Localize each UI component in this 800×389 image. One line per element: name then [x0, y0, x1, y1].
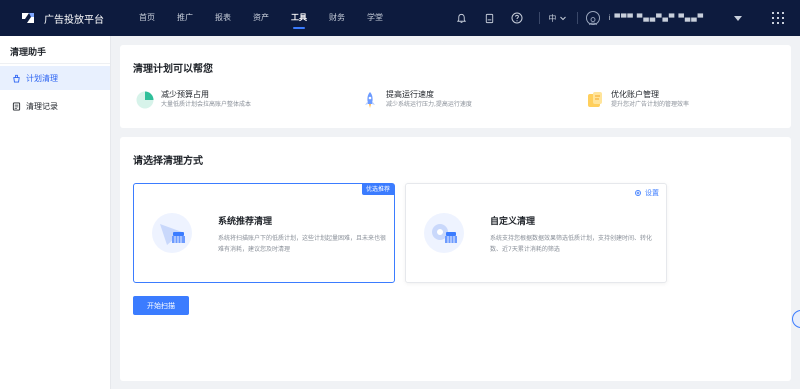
- top-right-tools: 中 ⅰ ▀▀▀ ▀▄▄▀▄▀ ▀▄▄▀: [455, 0, 800, 36]
- sidebar-item-plan-cleanup[interactable]: 计划清理: [0, 66, 110, 90]
- broom-icon: [151, 212, 193, 254]
- divider: [577, 12, 579, 24]
- help-icon[interactable]: [511, 12, 523, 24]
- document-icon[interactable]: [483, 12, 495, 24]
- card-title: 系统推荐清理: [218, 217, 273, 227]
- main-nav: 首页 推广 报表 资产 工具 财务 学堂: [128, 0, 394, 36]
- sidebar-item-cleanup-records[interactable]: 清理记录: [0, 94, 110, 118]
- method-panel: 请选择清理方式 优选推荐 系统推荐清理 系统将扫描账户下的低质计划，这些计划起量…: [120, 137, 791, 381]
- nav-assets[interactable]: 资产: [242, 0, 280, 36]
- card-desc: 系统支持您根据数据效果筛选低质计划，支持创建时间、转化数、近7天累计消耗的筛选: [490, 235, 653, 253]
- top-navbar: 广告投放平台 首页 推广 报表 资产 工具 财务 学堂 中 ⅰ ▀▀▀ ▀▄▄▀…: [0, 0, 800, 36]
- benefits-title: 清理计划可以帮您: [133, 64, 213, 75]
- settings-label: 设置: [645, 189, 659, 197]
- benefit-title: 优化账户管理: [611, 90, 659, 99]
- bell-icon[interactable]: [455, 12, 467, 24]
- logo-icon[interactable]: [20, 10, 36, 26]
- nav-promotion[interactable]: 推广: [166, 0, 204, 36]
- record-icon: [12, 101, 21, 111]
- benefits-panel: 清理计划可以帮您 减少预算占用 大量低质计划会拉高账户整体成本 提高运行速度 减…: [120, 45, 791, 128]
- start-scan-button[interactable]: 开始扫描: [133, 296, 189, 315]
- benefit-title: 提高运行速度: [386, 90, 434, 99]
- sidebar-item-label: 计划清理: [26, 73, 58, 83]
- sidebar-title: 清理助手: [0, 36, 110, 64]
- pie-chart-icon: [135, 90, 155, 110]
- rocket-icon: [360, 90, 380, 110]
- language-label: 中: [548, 13, 557, 23]
- avatar[interactable]: [586, 11, 601, 26]
- card-desc: 系统将扫描账户下的低质计划，这些计划起量困难，且未来也很难有消耗，建议您及时清理: [218, 235, 387, 253]
- benefit-item: 提高运行速度 减少系统运行压力,提高运行速度: [360, 89, 472, 110]
- user-menu[interactable]: ⅰ ▀▀▀ ▀▄▄▀▄▀ ▀▄▄▀: [586, 11, 742, 26]
- user-name: ⅰ ▀▀▀ ▀▄▄▀▄▀ ▀▄▄▀: [608, 14, 704, 22]
- nav-academy[interactable]: 学堂: [356, 0, 394, 36]
- custom-cleanup-card[interactable]: 设置 自定义清理 系统支持您根据数据效果筛选低质计划，支持创建时间、转化数、近7…: [405, 183, 667, 283]
- sidebar-item-label: 清理记录: [26, 101, 58, 111]
- language-select[interactable]: 中: [548, 13, 567, 24]
- benefit-desc: 减少系统运行压力,提高运行速度: [386, 101, 472, 108]
- nav-tools[interactable]: 工具: [280, 0, 318, 36]
- brand-title: 广告投放平台: [44, 14, 104, 26]
- benefit-item: 优化账户管理 提升您对广告计划的管理效率: [585, 89, 689, 110]
- folder-icon: [585, 90, 605, 110]
- nav-reports[interactable]: 报表: [204, 0, 242, 36]
- benefit-desc: 大量低质计划会拉高账户整体成本: [161, 101, 252, 108]
- floating-assistant-button[interactable]: [792, 310, 800, 328]
- divider: [539, 12, 541, 24]
- gear-icon: [634, 189, 642, 197]
- method-title: 请选择清理方式: [133, 156, 203, 167]
- benefit-desc: 提升您对广告计划的管理效率: [611, 101, 690, 108]
- nav-finance[interactable]: 财务: [318, 0, 356, 36]
- apps-grid-icon[interactable]: [772, 12, 784, 24]
- chevron-down-icon: [560, 16, 567, 21]
- nav-home[interactable]: 首页: [128, 0, 166, 36]
- caret-down-icon[interactable]: [734, 15, 742, 21]
- recommend-badge: 优选推荐: [361, 184, 394, 195]
- card-title: 自定义清理: [490, 217, 536, 227]
- settings-link[interactable]: 设置: [634, 188, 659, 198]
- benefit-item: 减少预算占用 大量低质计划会拉高账户整体成本: [135, 89, 251, 110]
- cleanup-icon: [12, 74, 21, 83]
- sidebar: 清理助手 计划清理 清理记录: [0, 36, 111, 389]
- custom-broom-icon: [423, 212, 465, 254]
- system-recommend-card[interactable]: 优选推荐 系统推荐清理 系统将扫描账户下的低质计划，这些计划起量困难，且未来也很…: [133, 183, 395, 283]
- benefit-title: 减少预算占用: [161, 90, 209, 99]
